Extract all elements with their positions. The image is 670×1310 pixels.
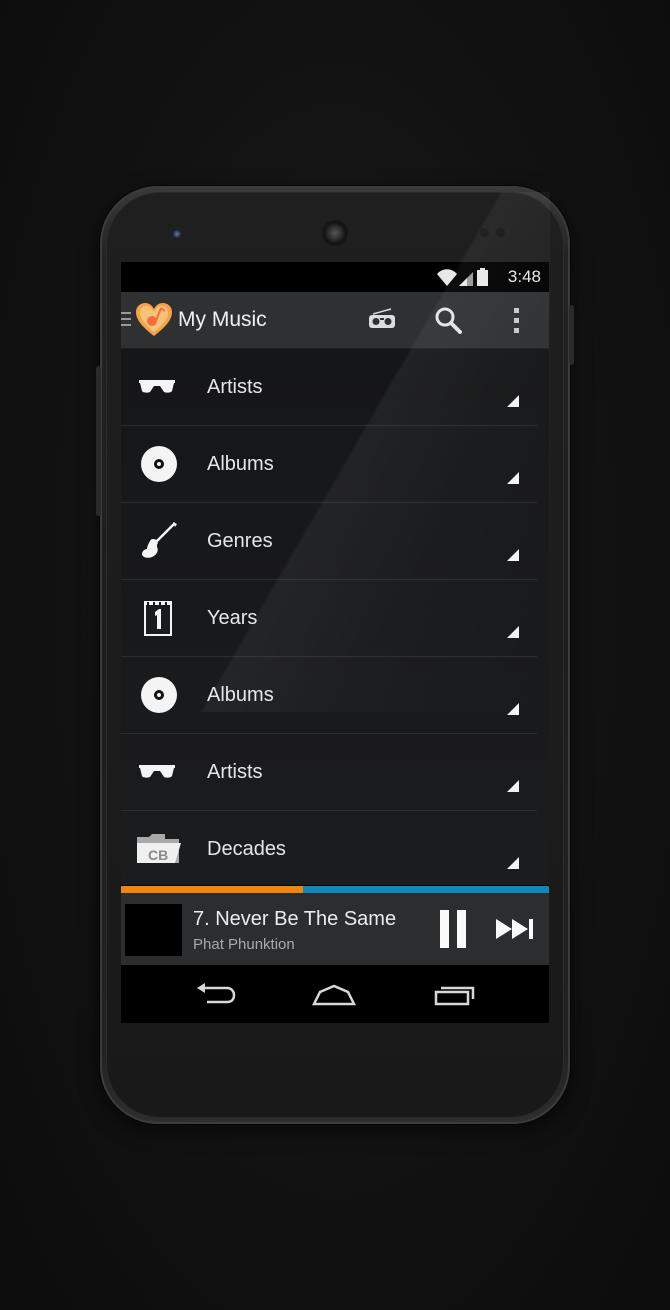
drawer-indicator-icon[interactable] [121, 312, 131, 328]
expand-corner-icon[interactable] [507, 780, 519, 792]
back-icon[interactable] [193, 982, 237, 1008]
status-time: 3:48 [507, 267, 541, 286]
list-item-label: Decades [207, 838, 286, 860]
vinyl-record-icon [141, 677, 177, 713]
playback-progress-fill [121, 886, 303, 893]
list-item[interactable]: Artists [121, 349, 537, 426]
overflow-menu-icon[interactable] [499, 304, 533, 336]
expand-corner-icon[interactable] [507, 549, 519, 561]
list-item[interactable]: CB Decades [121, 811, 537, 887]
system-nav-bar [121, 965, 549, 1023]
front-camera [172, 229, 182, 239]
background: 3:48 My Music Artists Albums Genres Year… [0, 0, 670, 1310]
expand-corner-icon[interactable] [507, 857, 519, 869]
status-icons [437, 268, 488, 286]
now-playing-title: 7. Never Be The Same [193, 908, 397, 930]
now-playing-artist: Phat Phunktion [193, 936, 295, 953]
sunglasses-icon [139, 765, 175, 778]
list-item-label: Albums [207, 453, 274, 475]
expand-corner-icon[interactable] [507, 703, 519, 715]
expand-corner-icon[interactable] [507, 626, 519, 638]
sunglasses-icon [139, 380, 175, 393]
list-item-label: Artists [207, 761, 263, 783]
expand-corner-icon[interactable] [507, 395, 519, 407]
action-bar: My Music [121, 292, 549, 349]
list-item[interactable]: Albums [121, 657, 537, 734]
power-button [569, 305, 574, 365]
vinyl-record-icon [141, 446, 177, 482]
search-icon[interactable] [431, 304, 465, 336]
app-logo-heart-icon[interactable] [135, 302, 173, 338]
light-sensor [496, 228, 505, 237]
status-bar: 3:48 [121, 262, 549, 292]
expand-corner-icon[interactable] [507, 472, 519, 484]
signal-icon [459, 272, 473, 286]
list-item-label: Genres [207, 530, 273, 552]
wifi-icon [437, 269, 457, 286]
pause-icon[interactable] [439, 910, 467, 948]
list-item-label: Artists [207, 376, 263, 398]
list-item-label: Albums [207, 684, 274, 706]
recent-apps-icon[interactable] [432, 982, 476, 1008]
radio-icon[interactable] [365, 304, 399, 336]
earpiece-speaker [324, 222, 346, 244]
list-item[interactable]: Genres [121, 503, 537, 580]
phone-screen: 3:48 My Music Artists Albums Genres Year… [121, 262, 549, 1023]
proximity-sensor [480, 228, 489, 237]
album-art[interactable] [125, 904, 182, 956]
calendar-icon [144, 601, 172, 636]
volume-button [96, 366, 101, 516]
list-item[interactable]: Years [121, 580, 537, 657]
library-category-list: Artists Albums Genres Years Albums Artis… [121, 349, 549, 885]
folder-cb-icon: CB [137, 834, 181, 863]
page-title: My Music [178, 308, 267, 331]
skip-next-icon[interactable] [495, 917, 537, 941]
list-item[interactable]: Artists [121, 734, 537, 811]
playback-progress-bar[interactable] [121, 886, 549, 893]
now-playing-bar[interactable]: 7. Never Be The Same Phat Phunktion [121, 893, 549, 965]
battery-icon [477, 268, 488, 286]
guitar-icon [142, 522, 177, 558]
home-icon[interactable] [312, 982, 356, 1008]
svg-text:CB: CB [148, 847, 168, 863]
list-item-label: Years [207, 607, 258, 629]
list-item[interactable]: Albums [121, 426, 537, 503]
